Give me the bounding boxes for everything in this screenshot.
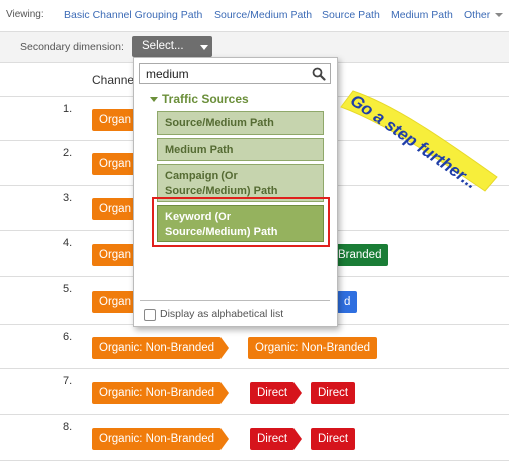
option-medium-path[interactable]: Medium Path [157, 138, 324, 161]
secondary-dimension-select[interactable]: Select... [132, 36, 212, 57]
channel-chip: Organ [92, 198, 138, 220]
viewing-label: Viewing: [6, 9, 44, 20]
channel-chip: Organ [92, 109, 138, 131]
callout-text: Go a step further... [347, 91, 481, 193]
category-traffic-sources[interactable]: Traffic Sources [150, 92, 249, 106]
search-value: medium [146, 67, 189, 81]
row-number: 4. [63, 237, 73, 249]
select-label: Select... [142, 40, 184, 52]
chevron-down-icon [495, 13, 503, 17]
link-medium-path[interactable]: Medium Path [391, 9, 453, 21]
secondary-dimension-label: Secondary dimension: [20, 41, 124, 53]
viewing-bar: Viewing: Basic Channel Grouping Path Sou… [0, 0, 509, 30]
row-number: 5. [63, 283, 73, 295]
row-number: 7. [63, 375, 73, 387]
callout-banner: Go a step further... [340, 90, 498, 193]
table-row: 6. Organic: Non-Branded Organic: Non-Brand… [0, 325, 509, 369]
option-label: Source/Medium Path [165, 117, 274, 129]
column-header-channel[interactable]: Channe [92, 73, 134, 87]
highlight-box [152, 197, 330, 247]
link-other[interactable]: Other [464, 9, 490, 21]
search-icon[interactable] [312, 67, 326, 81]
category-label: Traffic Sources [162, 92, 249, 106]
secondary-dimension-dropdown: medium Traffic Sources Source/Medium Pat… [133, 57, 338, 327]
row-number: 1. [63, 103, 73, 115]
caret-down-icon [200, 45, 208, 50]
channel-chip: Direct [250, 382, 303, 404]
row-number: 3. [63, 192, 73, 204]
alphabetical-list-label: Display as alphabetical list [160, 308, 284, 320]
expand-triangle-icon [150, 97, 158, 103]
link-basic-channel-grouping-path[interactable]: Basic Channel Grouping Path [64, 9, 202, 21]
table-row: 8. Organic: Non-Branded Direct Direct [0, 415, 509, 461]
option-label: Medium Path [165, 144, 234, 156]
channel-chip: Organ [92, 244, 138, 266]
link-source-medium-path[interactable]: Source/Medium Path [214, 9, 312, 21]
option-label-line-1: Campaign (Or [165, 170, 238, 182]
channel-chip: Organic: Non-Branded [248, 337, 378, 359]
dimension-search-input[interactable]: medium [139, 63, 331, 84]
channel-chip: Branded [331, 244, 389, 266]
link-source-path[interactable]: Source Path [322, 9, 380, 21]
row-number: 2. [63, 147, 73, 159]
checkbox[interactable] [144, 309, 156, 321]
divider [140, 300, 330, 301]
table-row: 7. Organic: Non-Branded Direct Direct [0, 369, 509, 415]
option-source-medium-path[interactable]: Source/Medium Path [157, 111, 324, 135]
channel-chip: Organ [92, 153, 138, 175]
channel-chip: Organic: Non-Branded [92, 337, 230, 359]
channel-chip: d [337, 291, 358, 313]
channel-chip: Organ [92, 291, 138, 313]
channel-chip: Organic: Non-Branded [92, 382, 230, 404]
channel-chip: Direct [311, 382, 356, 404]
row-number: 6. [63, 331, 73, 343]
row-number: 8. [63, 421, 73, 433]
